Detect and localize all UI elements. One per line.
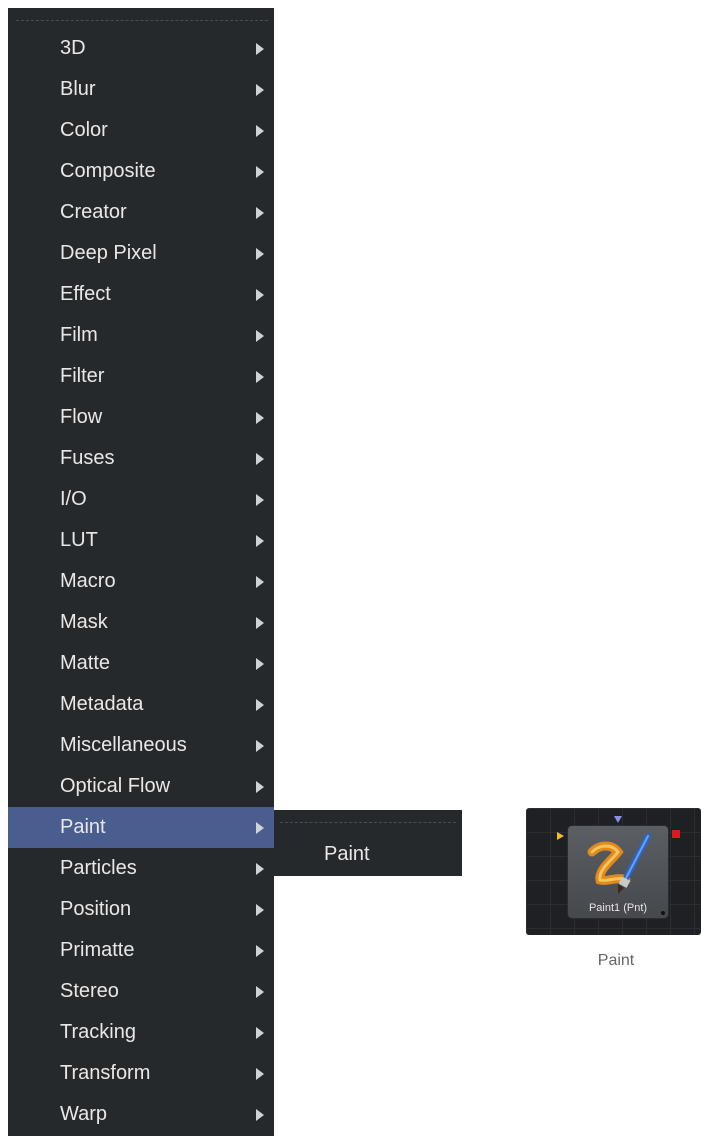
- chevron-right-icon: [256, 740, 264, 752]
- menu-item-particles[interactable]: Particles: [8, 848, 274, 889]
- menu-item-label: Composite: [60, 160, 156, 182]
- chevron-right-icon: [256, 453, 264, 465]
- menu-item-label: Tracking: [60, 1021, 136, 1043]
- menu-item-label: Particles: [60, 857, 137, 879]
- menu-item-composite[interactable]: Composite: [8, 151, 274, 192]
- menu-item-creator[interactable]: Creator: [8, 192, 274, 233]
- paint-submenu: Paint: [274, 810, 462, 876]
- chevron-right-icon: [256, 904, 264, 916]
- chevron-right-icon: [256, 699, 264, 711]
- menu-item-label: I/O: [60, 488, 87, 510]
- menu-item-label: Deep Pixel: [60, 242, 157, 264]
- chevron-right-icon: [256, 207, 264, 219]
- menu-item-lut[interactable]: LUT: [8, 520, 274, 561]
- menu-item-color[interactable]: Color: [8, 110, 274, 151]
- menu-item-label: Fuses: [60, 447, 115, 469]
- chevron-right-icon: [256, 412, 264, 424]
- menu-item-label: Metadata: [60, 693, 144, 715]
- node-preview-panel: Paint1 (Pnt): [526, 808, 701, 935]
- menu-item-label: Optical Flow: [60, 775, 171, 797]
- chevron-right-icon: [256, 781, 264, 793]
- menu-item-label: Miscellaneous: [60, 734, 187, 756]
- chevron-right-icon: [256, 576, 264, 588]
- menu-item-label: Matte: [60, 652, 111, 674]
- chevron-right-icon: [256, 945, 264, 957]
- menu-item-paint[interactable]: Paint: [8, 807, 274, 848]
- menu-item-stereo[interactable]: Stereo: [8, 971, 274, 1012]
- menu-item-mask[interactable]: Mask: [8, 602, 274, 643]
- menu-item-label: Warp: [60, 1103, 108, 1125]
- chevron-right-icon: [256, 84, 264, 96]
- mask-input-arrow-icon[interactable]: [614, 816, 622, 823]
- menu-item-miscellaneous[interactable]: Miscellaneous: [8, 725, 274, 766]
- menu-item-primatte[interactable]: Primatte: [8, 930, 274, 971]
- menu-item-filter[interactable]: Filter: [8, 356, 274, 397]
- menu-item-label: Mask: [60, 611, 108, 633]
- menu-item-metadata[interactable]: Metadata: [8, 684, 274, 725]
- output-port-icon[interactable]: [672, 830, 680, 838]
- chevron-right-icon: [256, 822, 264, 834]
- chevron-right-icon: [256, 371, 264, 383]
- background-input-arrow-icon[interactable]: [557, 832, 564, 840]
- menu-item-label: Effect: [60, 283, 111, 305]
- chevron-right-icon: [256, 494, 264, 506]
- chevron-right-icon: [256, 1068, 264, 1080]
- chevron-right-icon: [256, 166, 264, 178]
- menu-item-label: Color: [60, 119, 108, 141]
- menu-item-label: Primatte: [60, 939, 135, 961]
- menu-list: 3D Blur Color Composite Creator Deep Pixel Eff…: [8, 28, 274, 1135]
- chevron-right-icon: [256, 986, 264, 998]
- menu-item-label: Flow: [60, 406, 103, 428]
- menu-item-film[interactable]: Film: [8, 315, 274, 356]
- paint-brush-icon: [587, 833, 651, 894]
- menu-separator: [16, 20, 268, 21]
- chevron-right-icon: [256, 863, 264, 875]
- chevron-right-icon: [256, 535, 264, 547]
- menu-item-label: Creator: [60, 201, 127, 223]
- tools-context-menu: 3D Blur Color Composite Creator Deep Pixel Eff…: [8, 8, 274, 1136]
- chevron-right-icon: [256, 658, 264, 670]
- chevron-right-icon: [256, 43, 264, 55]
- chevron-right-icon: [256, 1027, 264, 1039]
- node-label: Paint1 (Pnt): [588, 902, 648, 914]
- submenu-separator: [280, 822, 456, 823]
- menu-item-deep-pixel[interactable]: Deep Pixel: [8, 233, 274, 274]
- submenu-item-paint[interactable]: Paint: [274, 834, 462, 874]
- menu-item-label: Filter: [60, 365, 105, 387]
- menu-item-label: Blur: [60, 78, 96, 100]
- chevron-right-icon: [256, 1109, 264, 1121]
- menu-item-label: Transform: [60, 1062, 151, 1084]
- menu-item-label: Macro: [60, 570, 116, 592]
- menu-item-label: Position: [60, 898, 132, 920]
- menu-item-label: Paint: [60, 816, 106, 838]
- menu-item-blur[interactable]: Blur: [8, 69, 274, 110]
- chevron-right-icon: [256, 248, 264, 260]
- menu-item-macro[interactable]: Macro: [8, 561, 274, 602]
- menu-item-3d[interactable]: 3D: [8, 28, 274, 69]
- menu-item-warp[interactable]: Warp: [8, 1094, 274, 1135]
- node-status-dot: [661, 911, 665, 915]
- menu-item-fuses[interactable]: Fuses: [8, 438, 274, 479]
- chevron-right-icon: [256, 617, 264, 629]
- chevron-right-icon: [256, 330, 264, 342]
- menu-item-i-o[interactable]: I/O: [8, 479, 274, 520]
- menu-item-optical-flow[interactable]: Optical Flow: [8, 766, 274, 807]
- node-caption: Paint: [597, 952, 635, 969]
- paint-node[interactable]: Paint1 (Pnt): [567, 825, 669, 919]
- menu-item-flow[interactable]: Flow: [8, 397, 274, 438]
- submenu-item-label: Paint: [324, 843, 370, 865]
- menu-item-label: Stereo: [60, 980, 119, 1002]
- menu-item-effect[interactable]: Effect: [8, 274, 274, 315]
- menu-item-label: 3D: [60, 37, 86, 59]
- menu-item-position[interactable]: Position: [8, 889, 274, 930]
- menu-item-transform[interactable]: Transform: [8, 1053, 274, 1094]
- menu-item-label: Film: [60, 324, 98, 346]
- chevron-right-icon: [256, 125, 264, 137]
- chevron-right-icon: [256, 289, 264, 301]
- menu-item-label: LUT: [60, 529, 98, 551]
- menu-item-matte[interactable]: Matte: [8, 643, 274, 684]
- menu-item-tracking[interactable]: Tracking: [8, 1012, 274, 1053]
